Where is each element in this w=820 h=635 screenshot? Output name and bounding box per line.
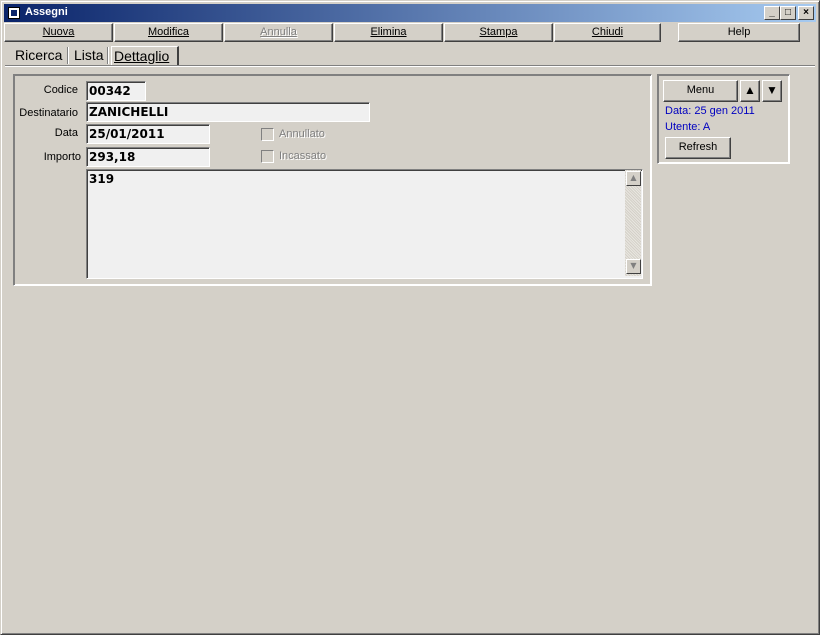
elimina-label: Elimina xyxy=(370,26,407,38)
nuova-button[interactable]: Nuova xyxy=(4,23,113,42)
tab-separator xyxy=(67,47,69,64)
chiudi-label: Chiudi xyxy=(591,26,624,38)
incassato-label: Incassato xyxy=(279,150,327,162)
help-button[interactable]: Help xyxy=(678,23,800,42)
minimize-button[interactable]: _ xyxy=(764,6,780,20)
window-title: Assegni xyxy=(25,6,68,18)
destinatario-field[interactable]: ZANICHELLI xyxy=(86,102,370,122)
nuova-label: Nuova xyxy=(42,26,75,38)
user-info: Utente: A xyxy=(665,121,711,133)
tab-separator xyxy=(107,47,109,64)
close-button[interactable]: × xyxy=(798,6,814,20)
menu-button[interactable]: Menu xyxy=(663,80,738,102)
refresh-button[interactable]: Refresh xyxy=(665,137,731,159)
scroll-up-icon[interactable]: ▲ xyxy=(626,171,641,186)
tab-dettaglio[interactable]: Dettaglio xyxy=(111,46,179,66)
up-arrow-icon[interactable]: ▲ xyxy=(740,80,760,102)
help-label: Help xyxy=(727,26,751,38)
data-field[interactable]: 25/01/2011 xyxy=(86,124,210,144)
down-arrow-icon[interactable]: ▼ xyxy=(762,80,782,102)
date-info: Data: 25 gen 2011 xyxy=(665,105,755,117)
stampa-label: Stampa xyxy=(479,26,518,38)
side-panel: Menu ▲ ▼ Data: 25 gen 2011 Utente: A Ref… xyxy=(657,74,790,164)
note-text: 319 xyxy=(89,172,115,186)
destinatario-label: Destinatario xyxy=(19,107,78,119)
maximize-button[interactable]: □ xyxy=(780,6,796,20)
stampa-button[interactable]: Stampa xyxy=(444,23,553,42)
chiudi-button[interactable]: Chiudi xyxy=(554,23,661,42)
scroll-down-icon[interactable]: ▼ xyxy=(626,259,641,274)
data-label: Data xyxy=(54,127,78,139)
tab-lista[interactable]: Lista xyxy=(72,46,106,66)
importo-field[interactable]: 293,18 xyxy=(86,147,210,167)
modifica-button[interactable]: Modifica xyxy=(114,23,223,42)
tab-lista-label: Lista xyxy=(74,47,104,63)
elimina-button[interactable]: Elimina xyxy=(334,23,443,42)
incassato-checkbox[interactable] xyxy=(261,150,274,163)
annullato-label: Annullato xyxy=(279,128,325,140)
importo-label: Importo xyxy=(43,151,81,163)
tab-dettaglio-label: Dettaglio xyxy=(114,48,170,64)
app-icon xyxy=(8,7,20,19)
title-bar[interactable]: Assegni _ □ × xyxy=(4,4,816,22)
annulla-button[interactable]: Annulla xyxy=(224,23,333,42)
note-textarea[interactable]: 319 ▲ ▼ xyxy=(86,169,643,279)
codice-label: Codice xyxy=(43,84,78,96)
tab-ricerca[interactable]: Ricerca xyxy=(13,46,64,66)
main-window: Assegni _ □ × Nuova Modifica Annulla Eli… xyxy=(0,0,820,635)
codice-field[interactable]: 00342 xyxy=(86,81,146,101)
annullato-checkbox[interactable] xyxy=(261,128,274,141)
detail-panel: Codice 00342 Destinatario ZANICHELLI Dat… xyxy=(13,74,652,286)
modifica-label: Modifica xyxy=(148,26,189,38)
annulla-label: Annulla xyxy=(260,26,297,38)
tab-ricerca-label: Ricerca xyxy=(15,47,63,63)
tab-strip-line xyxy=(5,65,815,67)
